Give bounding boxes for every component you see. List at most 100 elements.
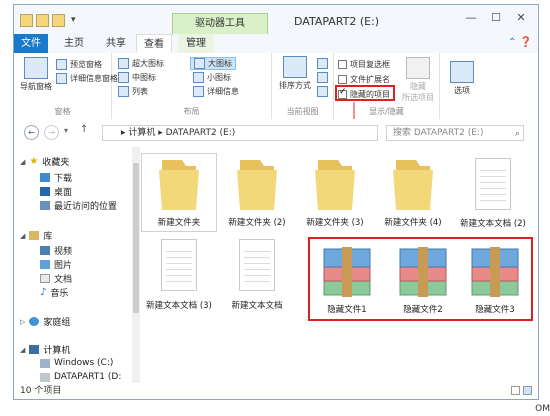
xl-icons-button[interactable]: 超大图标 xyxy=(118,58,164,69)
details-view-button[interactable]: 详细信息 xyxy=(193,86,239,97)
nav-drive-d-label: DATAPART1 (D: xyxy=(54,372,122,382)
folder-icon xyxy=(156,156,202,212)
recent-locations-icon[interactable]: ▾ xyxy=(64,126,68,135)
help-icon[interactable]: ⌃ ❓ xyxy=(508,37,532,48)
nav-documents[interactable]: 文档 xyxy=(40,272,72,285)
nav-computer-label: 计算机 xyxy=(43,346,71,356)
maximize-button[interactable]: ☐ xyxy=(485,11,507,24)
nav-pictures[interactable]: 图片 xyxy=(40,258,72,271)
expand-icon[interactable]: ◢ xyxy=(20,346,25,354)
explorer-window: ▾ 驱动器工具 DATAPART2 (E:) — ☐ ✕ 文件 主页 共享 查看… xyxy=(13,4,539,400)
nav-favorites[interactable]: ◢ ★ 收藏夹 xyxy=(20,155,69,168)
nav-music[interactable]: ♪ 音乐 xyxy=(40,286,68,299)
search-input[interactable]: 搜索 DATAPART2 (E:) ⌕ xyxy=(386,125,524,141)
item-checkboxes-checkbox[interactable] xyxy=(338,60,347,69)
up-icon[interactable]: ↑ xyxy=(80,124,88,135)
tab-home[interactable]: 主页 xyxy=(56,34,92,53)
add-columns-button[interactable] xyxy=(317,72,328,83)
group-show-hide: 项目复选框 文件扩展名 隐藏的项目 隐藏 所选项目 显示/隐藏 xyxy=(334,53,440,119)
nav-libraries[interactable]: ◢ 库 xyxy=(20,229,52,242)
nav-downloads[interactable]: 下载 xyxy=(40,171,72,184)
nav-drive-c[interactable]: Windows (C:) xyxy=(40,358,113,368)
list-button[interactable]: 列表 xyxy=(118,86,148,97)
close-button[interactable]: ✕ xyxy=(510,11,532,24)
hide-selected-button[interactable]: 隐藏 所选项目 xyxy=(400,57,436,103)
nav-drive-d[interactable]: DATAPART1 (D: xyxy=(40,372,121,382)
details-pane-button[interactable]: 详细信息窗格 xyxy=(56,73,118,84)
minimize-button[interactable]: — xyxy=(460,11,482,24)
group-by-button[interactable] xyxy=(317,58,328,69)
forward-button[interactable]: → xyxy=(44,125,59,140)
expand-icon[interactable]: ▷ xyxy=(20,318,25,326)
file-extensions-toggle[interactable]: 文件扩展名 xyxy=(338,74,390,85)
nav-computer[interactable]: ◢ 计算机 xyxy=(20,343,70,356)
nav-videos[interactable]: 视频 xyxy=(40,244,72,257)
file-item[interactable]: 新建文件夹 xyxy=(141,153,217,232)
nav-desktop[interactable]: 桌面 xyxy=(40,185,72,198)
file-item[interactable]: 新建文本文档 (2) xyxy=(456,158,530,229)
add-columns-icon xyxy=(317,72,328,83)
archive-icon xyxy=(394,243,452,299)
preview-pane-button[interactable]: 预览窗格 xyxy=(56,59,102,70)
folder-icon[interactable] xyxy=(36,13,49,27)
music-icon: ♪ xyxy=(40,287,47,298)
item-checkboxes-toggle[interactable]: 项目复选框 xyxy=(338,59,390,70)
breadcrumb-computer[interactable]: 计算机 xyxy=(128,128,155,138)
quick-access-toolbar: ▾ xyxy=(20,12,76,28)
file-item[interactable]: 新建文本文档 (3) xyxy=(142,239,216,311)
properties-icon[interactable] xyxy=(20,13,33,27)
nav-homegroup[interactable]: ▷ 家庭组 xyxy=(20,315,70,328)
file-item[interactable]: 隐藏文件2 xyxy=(386,243,460,315)
back-button[interactable]: ← xyxy=(24,125,39,140)
details-view-icon xyxy=(193,86,204,97)
new-folder-icon[interactable] xyxy=(52,13,65,27)
nav-scrollbar[interactable] xyxy=(132,147,140,383)
file-item[interactable]: 新建文件夹 (3) xyxy=(298,156,372,228)
file-name: 新建文件夹 xyxy=(157,218,201,228)
size-columns-button[interactable] xyxy=(317,86,328,97)
library-icon xyxy=(29,231,40,240)
file-item[interactable]: 隐藏文件1 xyxy=(310,243,384,315)
breadcrumb-drive[interactable]: DATAPART2 (E:) xyxy=(166,128,236,138)
tab-manage[interactable]: 管理 xyxy=(178,34,214,53)
large-icons-button[interactable]: 大图标 xyxy=(190,57,236,70)
group-label-layout: 布局 xyxy=(183,107,200,116)
group-label-panes: 窗格 xyxy=(54,107,71,116)
expand-icon[interactable]: ◢ xyxy=(20,232,25,240)
medium-icons-button[interactable]: 中图标 xyxy=(118,72,156,83)
nav-recent[interactable]: 最近访问的位置 xyxy=(40,199,117,212)
options-button[interactable]: 选项 xyxy=(444,61,480,96)
qat-dropdown-icon[interactable]: ▾ xyxy=(71,15,76,25)
tab-view[interactable]: 查看 xyxy=(136,34,172,53)
group-label-current-view: 当前视图 xyxy=(286,107,319,116)
drive-icon xyxy=(40,372,50,382)
nav-music-label: 音乐 xyxy=(50,289,69,299)
medium-icons-icon xyxy=(118,72,129,83)
nav-libraries-label: 库 xyxy=(43,232,53,242)
large-icons-view-icon[interactable] xyxy=(523,386,532,395)
expand-icon[interactable]: ◢ xyxy=(20,158,25,166)
list-label: 列表 xyxy=(132,87,148,96)
file-item[interactable]: 新建文件夹 (2) xyxy=(220,156,294,228)
path-separator-icon: ▸ xyxy=(155,128,166,138)
nav-pane-label: 导航窗格 xyxy=(20,82,52,91)
file-item[interactable]: 新建文本文档 xyxy=(220,239,294,311)
nav-scrollbar-thumb[interactable] xyxy=(133,163,139,313)
tab-file[interactable]: 文件 xyxy=(14,34,48,53)
file-item[interactable]: 新建文件夹 (4) xyxy=(376,156,450,228)
file-extensions-checkbox[interactable] xyxy=(338,75,347,84)
nav-recent-label: 最近访问的位置 xyxy=(54,202,118,212)
nav-homegroup-label: 家庭组 xyxy=(43,318,71,328)
address-bar[interactable]: ▸ 计算机 ▸ DATAPART2 (E:) xyxy=(102,125,378,141)
file-item[interactable]: 隐藏文件3 xyxy=(458,243,532,315)
nav-pane-button[interactable]: 导航窗格 xyxy=(18,57,54,92)
search-icon[interactable]: ⌕ xyxy=(515,127,520,141)
details-view-icon[interactable] xyxy=(511,386,520,395)
desktop-icon xyxy=(40,187,50,196)
small-icons-button[interactable]: 小图标 xyxy=(193,72,231,83)
sort-by-button[interactable]: 排序方式 xyxy=(276,56,314,91)
watermark: OM xyxy=(535,404,550,414)
tab-share[interactable]: 共享 xyxy=(98,34,134,53)
small-icons-label: 小图标 xyxy=(207,73,231,82)
star-icon: ★ xyxy=(29,156,39,167)
